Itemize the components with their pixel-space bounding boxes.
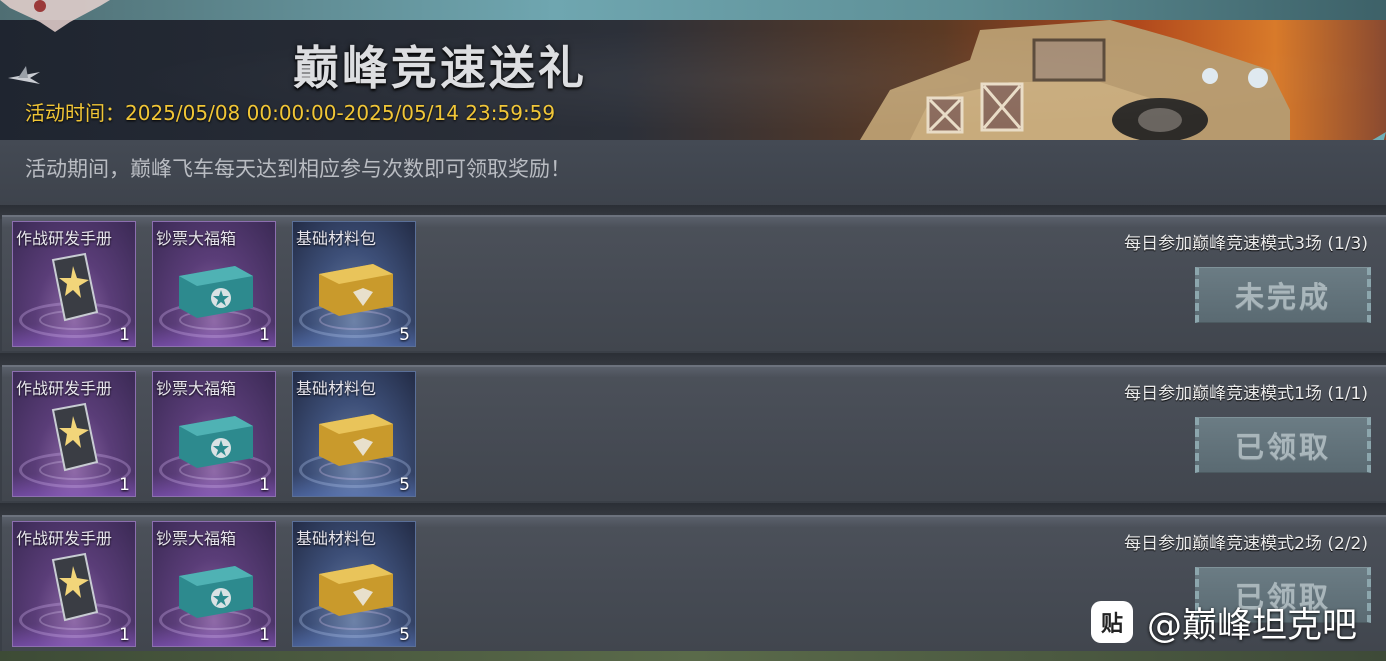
reward-item-manual[interactable]: 作战研发手册 1: [12, 521, 136, 647]
teal-crate-icon: [179, 416, 253, 468]
tieba-logo-icon: 贴: [1091, 601, 1133, 643]
gold-crate-icon: [319, 414, 393, 466]
item-name: 钞票大福箱: [156, 529, 237, 548]
item-count: 5: [399, 325, 410, 345]
item-count: 1: [119, 625, 130, 645]
reward-item-manual[interactable]: 作战研发手册 1: [12, 371, 136, 497]
manual-card-icon: [51, 552, 99, 622]
humvee-illustration: [860, 20, 1290, 140]
watermark-text: @巅峰坦克吧: [1147, 605, 1358, 646]
event-title: 巅峰竞速送礼: [293, 41, 587, 95]
item-count: 1: [259, 325, 270, 345]
claimed-button[interactable]: 已领取: [1195, 417, 1371, 473]
reward-item-cash-box[interactable]: 钞票大福箱 1: [152, 221, 276, 347]
jet-emblem-icon: [8, 66, 40, 84]
top-strip: [0, 0, 1386, 20]
item-name: 作战研发手册: [16, 529, 113, 548]
item-count: 1: [119, 475, 130, 495]
event-time: 活动时间：2025/05/08 00:00:00-2025/05/14 23:5…: [25, 101, 556, 125]
reward-item-cash-box[interactable]: 钞票大福箱 1: [152, 521, 276, 647]
bottom-strip: [0, 651, 1386, 661]
item-count: 5: [399, 475, 410, 495]
wings-emblem-icon: [0, 0, 110, 32]
event-description: 活动期间，巅峰飞车每天达到相应参与次数即可领取奖励！: [25, 157, 571, 181]
teal-crate-icon: [179, 566, 253, 618]
task-requirement: 每日参加巅峰竞速模式3场 (1/3): [1124, 234, 1368, 254]
reward-item-material-pack[interactable]: 基础材料包 5: [292, 371, 416, 497]
item-count: 1: [119, 325, 130, 345]
item-count: 1: [259, 625, 270, 645]
manual-card-icon: [51, 402, 99, 472]
reward-item-material-pack[interactable]: 基础材料包 5: [292, 221, 416, 347]
event-banner: 巅峰竞速送礼 活动时间：2025/05/08 00:00:00-2025/05/…: [0, 20, 1386, 140]
item-name: 基础材料包: [296, 229, 377, 248]
reward-item-manual[interactable]: 作战研发手册 1: [12, 221, 136, 347]
gold-crate-icon: [319, 264, 393, 316]
incomplete-button[interactable]: 未完成: [1195, 267, 1371, 323]
item-name: 作战研发手册: [16, 379, 113, 398]
item-name: 作战研发手册: [16, 229, 113, 248]
teal-crate-icon: [179, 266, 253, 318]
task-row: 作战研发手册 1 钞票大福箱 1 基础材料包 5 每日参加巅峰竞速模式3场 (1…: [2, 215, 1386, 351]
description-panel: 活动期间，巅峰飞车每天达到相应参与次数即可领取奖励！: [0, 140, 1386, 215]
item-name: 钞票大福箱: [156, 229, 237, 248]
item-name: 基础材料包: [296, 529, 377, 548]
gold-crate-icon: [319, 564, 393, 616]
task-requirement: 每日参加巅峰竞速模式2场 (2/2): [1124, 534, 1368, 554]
item-name: 钞票大福箱: [156, 379, 237, 398]
item-name: 基础材料包: [296, 379, 377, 398]
reward-item-material-pack[interactable]: 基础材料包 5: [292, 521, 416, 647]
watermark: 贴 @巅峰坦克吧: [1091, 598, 1357, 646]
item-count: 5: [399, 625, 410, 645]
item-count: 1: [259, 475, 270, 495]
reward-item-cash-box[interactable]: 钞票大福箱 1: [152, 371, 276, 497]
task-row: 作战研发手册 1 钞票大福箱 1 基础材料包 5 每日参加巅峰竞速模式1场 (1…: [2, 365, 1386, 501]
manual-card-icon: [51, 252, 99, 322]
task-requirement: 每日参加巅峰竞速模式1场 (1/1): [1124, 384, 1368, 404]
